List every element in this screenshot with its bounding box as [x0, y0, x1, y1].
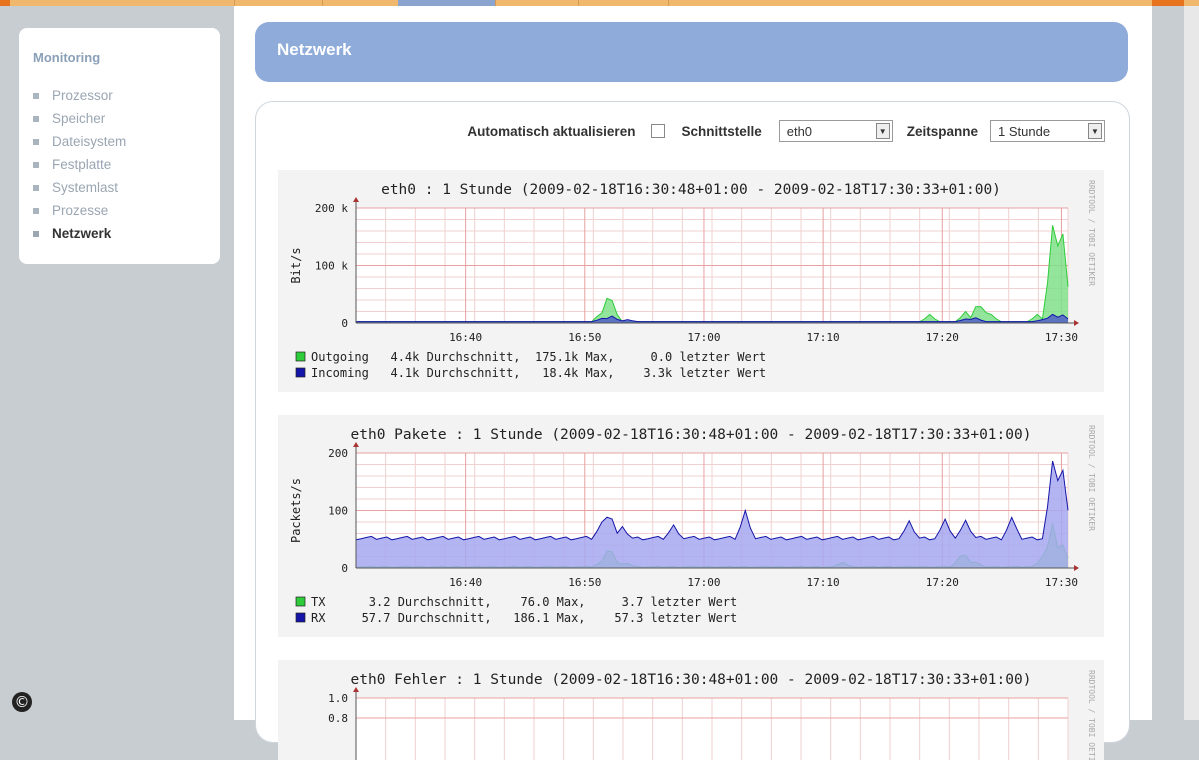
- sidebar-item-dateisystem[interactable]: Dateisystem: [33, 130, 126, 153]
- dropdown-arrow-icon[interactable]: ▼: [875, 123, 890, 139]
- legend-swatch-incoming: [295, 367, 306, 378]
- chart-watermark: RRDTOOL / TOBI OETIKER: [1087, 670, 1096, 760]
- x-tick-label: 17:30: [1045, 576, 1078, 589]
- sidebar-item-systemlast[interactable]: Systemlast: [33, 176, 126, 199]
- right-margin: [1152, 6, 1199, 720]
- sidebar-item-prozessor[interactable]: Prozessor: [33, 84, 126, 107]
- sidebar-item-label: Systemlast: [52, 180, 119, 195]
- x-tick-label: 17:30: [1045, 331, 1078, 344]
- x-axis-arrow-icon: [1074, 320, 1079, 326]
- sidebar-item-label: Prozessor: [52, 88, 113, 103]
- copyright-icon: ©: [12, 692, 32, 712]
- timespan-select[interactable]: 1 Stunde ▼: [990, 120, 1105, 142]
- bullet-icon: [33, 184, 39, 191]
- sidebar-menu: Prozessor Speicher Dateisystem Festplatt…: [33, 84, 126, 245]
- scroll-strip: [1184, 6, 1199, 720]
- sidebar-item-festplatte[interactable]: Festplatte: [33, 153, 126, 176]
- content-panel: Automatisch aktualisieren Schnittstelle …: [255, 101, 1130, 760]
- x-tick-label: 16:40: [449, 331, 482, 344]
- packets-chart: eth0 Pakete : 1 Stunde (2009-02-18T16:30…: [289, 425, 1096, 625]
- graph-traffic: eth0 : 1 Stunde (2009-02-18T16:30:48+01:…: [278, 170, 1104, 392]
- legend-swatch-rx: [295, 612, 306, 623]
- left-panel: Monitoring Prozessor Speicher Dateisyste…: [0, 6, 234, 720]
- sidebar-title: Monitoring: [33, 50, 101, 65]
- y-axis-label: Packets/s: [289, 478, 303, 543]
- chart-watermark: RRDTOOL / TOBI OETIKER: [1087, 180, 1096, 286]
- chart-title: eth0 Fehler : 1 Stunde (2009-02-18T16:30…: [351, 672, 1032, 688]
- y-axis-label: Bit/s: [289, 247, 303, 283]
- bullet-icon: [33, 115, 39, 122]
- legend-swatch-outgoing: [295, 351, 306, 362]
- y-axis-arrow-icon: [353, 197, 359, 202]
- x-tick-label: 16:50: [568, 576, 601, 589]
- interface-select[interactable]: eth0 ▼: [778, 120, 893, 142]
- graph-packets: eth0 Pakete : 1 Stunde (2009-02-18T16:30…: [278, 415, 1104, 637]
- sidebar-item-label: Prozesse: [52, 203, 109, 218]
- bullet-icon: [33, 207, 39, 214]
- auto-refresh-checkbox[interactable]: [651, 124, 666, 138]
- bullet-icon: [33, 92, 39, 99]
- y-tick-label: 0: [341, 317, 348, 330]
- legend-entry-rx: RX 57.7 Durchschnitt, 186.1 Max, 57.3 le…: [311, 611, 737, 625]
- legend-swatch-tx: [295, 596, 306, 607]
- y-tick-label: 0.8: [328, 712, 348, 725]
- chart-title: eth0 Pakete : 1 Stunde (2009-02-18T16:30…: [351, 427, 1032, 443]
- sidebar-item-netzwerk[interactable]: Netzwerk: [33, 222, 126, 245]
- dropdown-arrow-icon[interactable]: ▼: [1088, 123, 1102, 139]
- y-tick-label: 0: [341, 562, 348, 575]
- timespan-label: Zeitspanne: [906, 123, 978, 139]
- x-tick-label: 17:10: [807, 576, 840, 589]
- sidebar-item-label: Speicher: [52, 111, 106, 126]
- bullet-icon: [33, 230, 39, 237]
- controls-bar: Automatisch aktualisieren Schnittstelle …: [467, 120, 1105, 142]
- x-tick-label: 17:20: [926, 331, 959, 344]
- sidebar-item-prozesse[interactable]: Prozesse: [33, 199, 126, 222]
- bullet-icon: [33, 161, 39, 168]
- x-tick-label: 17:20: [926, 576, 959, 589]
- x-tick-label: 17:00: [687, 576, 720, 589]
- x-tick-label: 17:00: [687, 331, 720, 344]
- traffic-chart: eth0 : 1 Stunde (2009-02-18T16:30:48+01:…: [289, 180, 1096, 380]
- auto-refresh-label: Automatisch aktualisieren: [467, 123, 636, 139]
- x-tick-label: 16:40: [449, 576, 482, 589]
- y-tick-label: 1.0: [328, 692, 348, 705]
- page-title: Netzwerk: [277, 40, 352, 59]
- sidebar-item-label: Netzwerk: [52, 226, 112, 241]
- interface-select-value: eth0: [786, 124, 813, 139]
- bullet-icon: [33, 138, 39, 145]
- timespan-select-value: 1 Stunde: [998, 124, 1051, 139]
- page-header: Netzwerk: [255, 22, 1128, 82]
- main-area: Netzwerk Automatisch aktualisieren Schni…: [234, 6, 1152, 760]
- legend-entry-incoming: Incoming 4.1k Durchschnitt, 18.4k Max, 3…: [311, 366, 766, 380]
- x-axis-arrow-icon: [1074, 565, 1079, 571]
- x-tick-label: 17:10: [807, 331, 840, 344]
- graph-errors: eth0 Fehler : 1 Stunde (2009-02-18T16:30…: [278, 660, 1104, 760]
- chart-title: eth0 : 1 Stunde (2009-02-18T16:30:48+01:…: [381, 182, 1001, 198]
- y-tick-label: 100: [328, 505, 348, 518]
- sidebar-item-speicher[interactable]: Speicher: [33, 107, 126, 130]
- y-tick-label: 100 k: [315, 260, 348, 273]
- y-tick-label: 200 k: [315, 202, 348, 215]
- sidebar-item-label: Dateisystem: [52, 134, 127, 149]
- y-tick-label: 200: [328, 447, 348, 460]
- legend-entry-tx: TX 3.2 Durchschnitt, 76.0 Max, 3.7 letzt…: [311, 595, 737, 609]
- interface-label: Schnittstelle: [681, 123, 762, 139]
- legend-entry-outgoing: Outgoing 4.4k Durchschnitt, 175.1k Max, …: [311, 350, 766, 364]
- errors-chart: eth0 Fehler : 1 Stunde (2009-02-18T16:30…: [328, 670, 1096, 760]
- sidebar-box: Monitoring Prozessor Speicher Dateisyste…: [19, 28, 220, 264]
- x-tick-label: 16:50: [568, 331, 601, 344]
- sidebar-item-label: Festplatte: [52, 157, 112, 172]
- chart-watermark: RRDTOOL / TOBI OETIKER: [1087, 425, 1096, 531]
